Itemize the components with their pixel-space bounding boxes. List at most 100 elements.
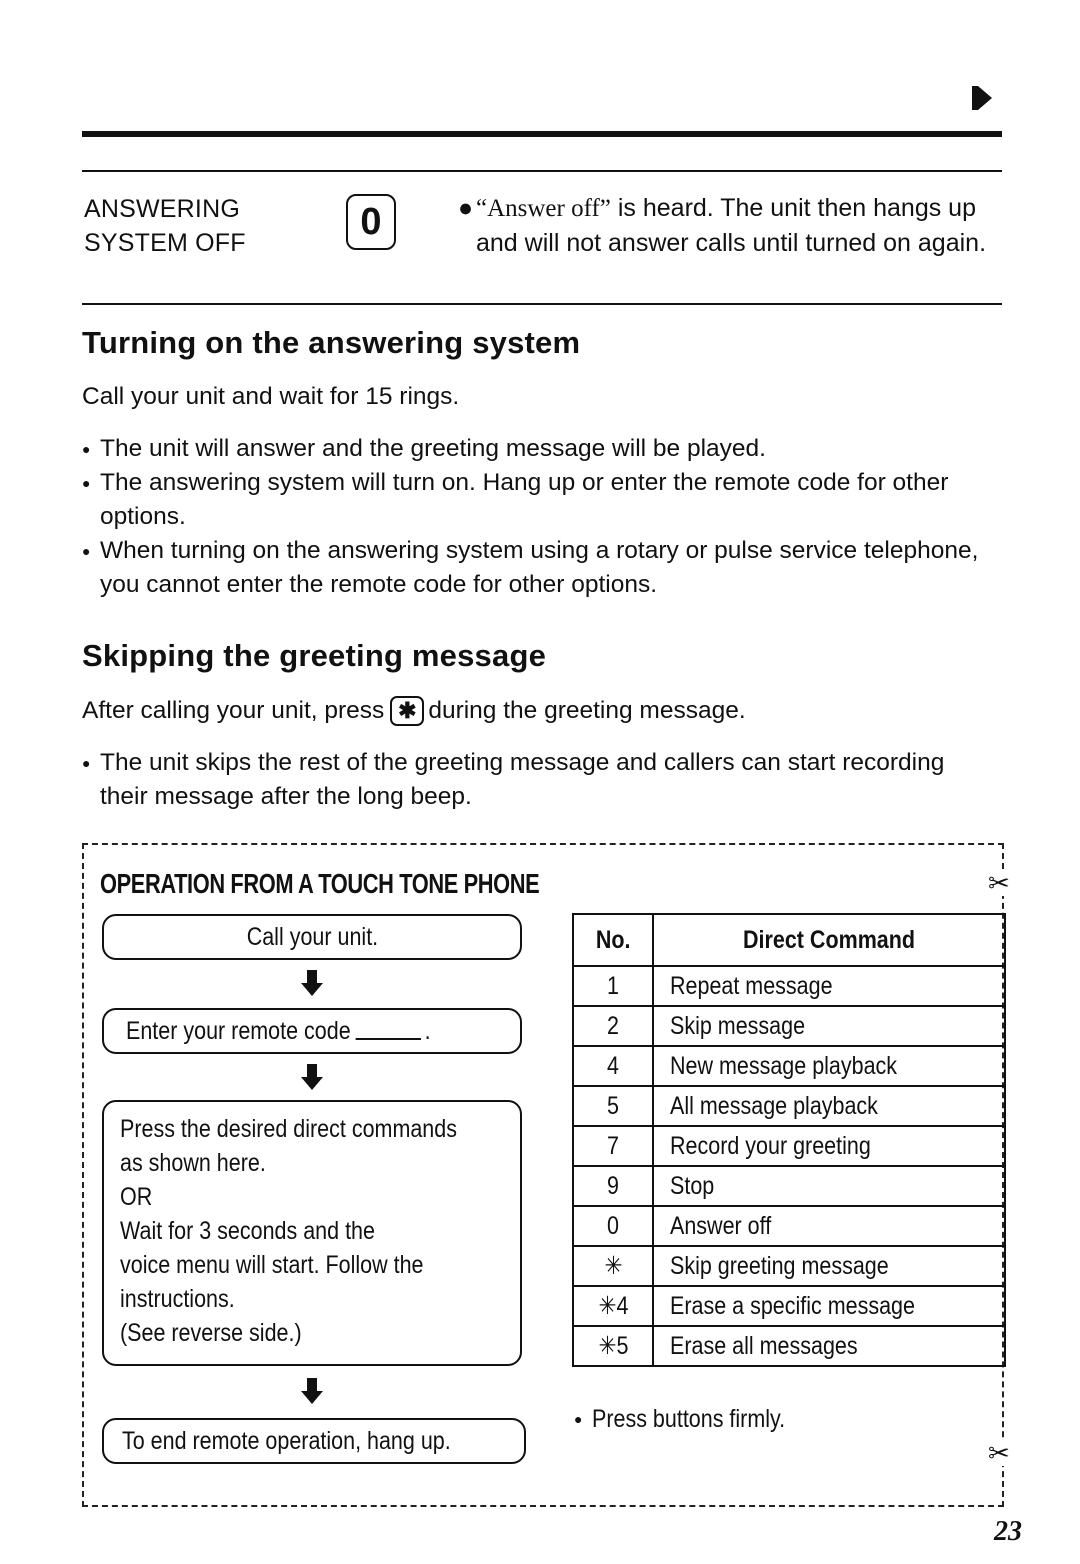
command-description: Stop [670, 1171, 715, 1200]
scissors-icon: ✂ [988, 868, 1010, 898]
step-line: Wait for 3 seconds and the [120, 1217, 375, 1245]
command-description: Record your greeting [670, 1131, 871, 1160]
command-description-cell: Skip greeting message [652, 1245, 1006, 1287]
table-header-row: No. Direct Command [572, 913, 1006, 967]
table-row: 2 Skip message [572, 1005, 1006, 1047]
table-row: 0 Answer off [572, 1205, 1006, 1247]
step-line: as shown here. [120, 1149, 266, 1177]
turning-on-intro: Call your unit and wait for 15 rings. [82, 383, 460, 410]
table-row: ✳5 Erase all messages [572, 1325, 1006, 1367]
flow-step-hang-up: To end remote operation, hang up. [102, 1418, 526, 1464]
command-number: 7 [607, 1131, 619, 1160]
command-number: 9 [607, 1171, 619, 1200]
command-number-cell: 4 [572, 1045, 654, 1087]
command-description-cell: Erase all messages [652, 1325, 1006, 1367]
command-description: All message playback [670, 1091, 878, 1120]
step-text: Enter your remote code. [126, 1017, 431, 1046]
command-number-cell: ✳5 [572, 1325, 654, 1367]
command-number-cell: 2 [572, 1005, 654, 1047]
command-description-cell: Record your greeting [652, 1125, 1006, 1167]
flow-step-call-unit: Call your unit. [102, 914, 522, 960]
remote-code-blank [355, 1037, 422, 1040]
command-description-cell: Skip message [652, 1005, 1006, 1047]
continue-arrow-icon [972, 86, 992, 110]
header-rule [82, 131, 1002, 137]
step-text: Call your unit. [246, 922, 378, 951]
command-number: ✳4 [598, 1292, 628, 1320]
flow-step-direct-commands: Press the desired direct commands as sho… [102, 1100, 522, 1366]
skipping-bullets: The unit skips the rest of the greeting … [82, 746, 982, 814]
header-text: No. [595, 925, 631, 954]
command-description-cell: New message playback [652, 1045, 1006, 1087]
label-line: ANSWERING [84, 195, 240, 223]
step-line: (See reverse side.) [120, 1319, 302, 1347]
quoted-phrase: “Answer off” [476, 195, 611, 222]
step-text: To end remote operation, hang up. [122, 1426, 451, 1455]
divider [82, 303, 1002, 305]
command-description-cell: Answer off [652, 1205, 1006, 1247]
skipping-intro: After calling your unit, press ✱ during … [82, 694, 746, 728]
key-label: 0 [360, 200, 382, 243]
command-number: 5 [607, 1091, 619, 1120]
card-title: OPERATION FROM A TOUCH TONE PHONE [100, 868, 540, 899]
list-item: The unit skips the rest of the greeting … [82, 746, 982, 814]
column-header-no: No. [572, 913, 654, 967]
command-description-cell: Stop [652, 1165, 1006, 1207]
table-row: 4 New message playback [572, 1045, 1006, 1087]
command-number: ✳ [603, 1252, 623, 1280]
answering-system-off-label: ANSWERING SYSTEM OFF [84, 192, 246, 260]
command-number-cell: 7 [572, 1125, 654, 1167]
command-description: Skip greeting message [670, 1251, 889, 1280]
flow-step-remote-code: Enter your remote code. [102, 1008, 522, 1054]
answering-system-off-description: ● “Answer off” is heard. The unit then h… [458, 191, 1008, 260]
table-row: 5 All message playback [572, 1085, 1006, 1127]
command-description: Skip message [670, 1011, 806, 1040]
column-header-command: Direct Command [652, 913, 1006, 967]
turning-on-bullets: The unit will answer and the greeting me… [82, 432, 1012, 602]
step-line: voice menu will start. Follow the [120, 1251, 424, 1279]
direct-command-table: No. Direct Command 1 Repeat message 2 Skip … [572, 913, 1006, 1367]
step-line: Press the desired direct commands [120, 1115, 457, 1143]
intro-text: during the greeting message. [428, 697, 746, 724]
down-arrow-icon [301, 970, 323, 998]
press-buttons-note: Press buttons firmly. [574, 1402, 1080, 1437]
page-number: 23 [994, 1516, 1022, 1547]
note-text: Press buttons firmly. [592, 1405, 786, 1433]
step-line: OR [120, 1183, 153, 1211]
table-row: ✳ Skip greeting message [572, 1245, 1006, 1287]
command-number: 4 [607, 1051, 619, 1080]
intro-text: After calling your unit, press [82, 697, 385, 724]
command-number-cell: 5 [572, 1085, 654, 1127]
command-number: 1 [607, 971, 619, 1000]
key-label: ✱ [398, 698, 417, 723]
command-number-cell: 1 [572, 965, 654, 1007]
step-line: instructions. [120, 1285, 235, 1313]
command-number: ✳5 [598, 1332, 628, 1360]
command-description: Erase all messages [670, 1331, 858, 1360]
label-line: SYSTEM OFF [84, 229, 246, 257]
table-row: 9 Stop [572, 1165, 1006, 1207]
command-description: Answer off [670, 1211, 772, 1240]
command-number: 0 [607, 1211, 619, 1240]
command-description: Repeat message [670, 971, 833, 1000]
bullet-icon: ● [458, 194, 474, 222]
command-description-cell: Erase a specific message [652, 1285, 1006, 1327]
step-suffix: . [424, 1016, 431, 1045]
command-description: Erase a specific message [670, 1291, 915, 1320]
command-number-cell: 9 [572, 1165, 654, 1207]
scissors-icon: ✂ [988, 1438, 1010, 1468]
table-row: ✳4 Erase a specific message [572, 1285, 1006, 1327]
command-description: New message playback [670, 1051, 898, 1080]
table-row: 7 Record your greeting [572, 1125, 1006, 1167]
command-number-cell: 0 [572, 1205, 654, 1247]
key-0-icon: 0 [346, 194, 396, 250]
section-heading-skipping: Skipping the greeting message [82, 638, 547, 673]
down-arrow-icon [301, 1064, 323, 1092]
command-number-cell: ✳ [572, 1245, 654, 1287]
list-item: When turning on the answering system usi… [82, 534, 1012, 602]
command-number: 2 [607, 1011, 619, 1040]
divider [82, 170, 1002, 172]
command-number-cell: ✳4 [572, 1285, 654, 1327]
header-text: Direct Command [742, 925, 916, 954]
list-item: The answering system will turn on. Hang … [82, 466, 1012, 534]
